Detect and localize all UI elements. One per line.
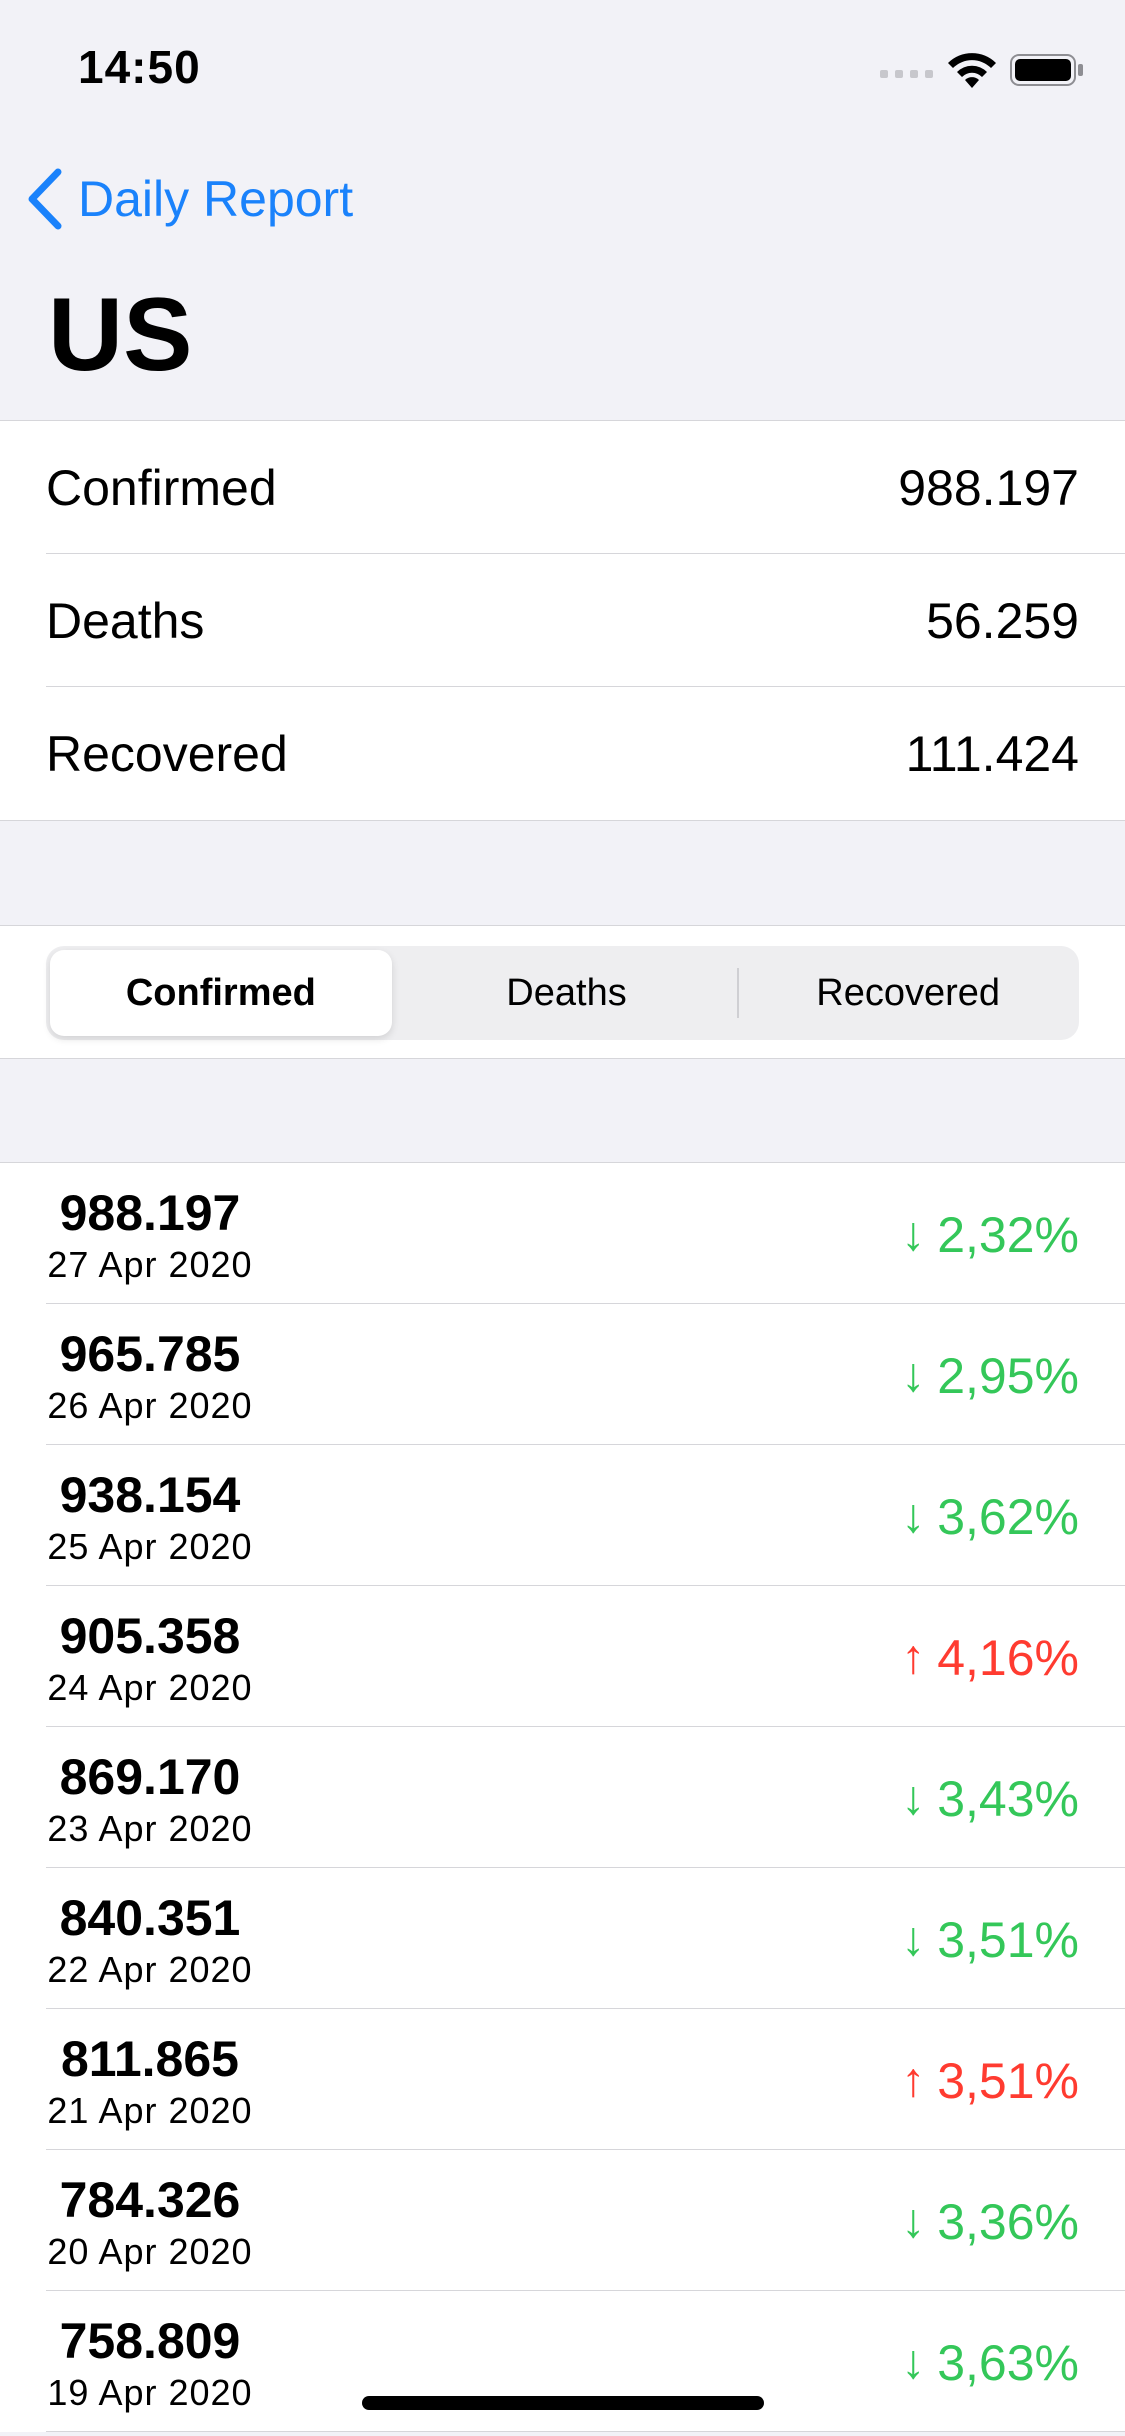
list-item[interactable]: 938.154 25 Apr 2020 ↓ 3,62% xyxy=(0,1445,1125,1586)
history-change: ↓ 3,63% xyxy=(901,2335,1079,2391)
history-value: 811.865 xyxy=(61,2031,239,2087)
summary-row-deaths: Deaths 56.259 xyxy=(0,554,1125,687)
summary-value: 988.197 xyxy=(898,459,1079,516)
history-value: 965.785 xyxy=(59,1326,241,1382)
status-time: 14:50 xyxy=(78,41,201,93)
history-change-value: 3,51% xyxy=(937,2053,1079,2109)
history-value: 758.809 xyxy=(59,2313,241,2369)
history-date: 26 Apr 2020 xyxy=(47,1385,253,1426)
history-value: 905.358 xyxy=(59,1608,241,1664)
summary-list: Confirmed 988.197 Deaths 56.259 Recovere… xyxy=(0,420,1125,821)
segment-recovered[interactable]: Recovered xyxy=(737,946,1079,1040)
cellular-signal-icon xyxy=(880,70,933,78)
history-change-value: 2,95% xyxy=(937,1348,1079,1404)
chevron-left-icon xyxy=(28,168,62,230)
history-value: 938.154 xyxy=(59,1467,241,1523)
summary-value: 56.259 xyxy=(926,592,1079,649)
arrow-up-icon: ↑ xyxy=(901,2054,926,2107)
history-value: 784.326 xyxy=(59,2172,241,2228)
history-change-value: 4,16% xyxy=(937,1630,1079,1686)
history-date: 21 Apr 2020 xyxy=(47,2090,253,2131)
history-date: 25 Apr 2020 xyxy=(47,1526,253,1567)
arrow-down-icon: ↓ xyxy=(901,1349,926,1402)
history-value: 840.351 xyxy=(59,1890,241,1946)
history-date: 23 Apr 2020 xyxy=(47,1808,253,1849)
history-change-value: 3,63% xyxy=(937,2335,1079,2391)
list-item[interactable]: 784.326 20 Apr 2020 ↓ 3,36% xyxy=(0,2150,1125,2291)
summary-row-confirmed: Confirmed 988.197 xyxy=(0,421,1125,554)
arrow-down-icon: ↓ xyxy=(901,1490,926,1543)
arrow-down-icon: ↓ xyxy=(901,1772,926,1825)
history-change: ↓ 3,43% xyxy=(901,1771,1079,1827)
list-item[interactable]: 965.785 26 Apr 2020 ↓ 2,95% xyxy=(0,1304,1125,1445)
history-change-value: 2,32% xyxy=(937,1207,1079,1263)
status-bar: 14:50 xyxy=(0,0,1125,132)
page-title: US xyxy=(48,277,193,393)
history-date: 19 Apr 2020 xyxy=(47,2372,253,2413)
history-change: ↓ 3,36% xyxy=(901,2194,1079,2250)
arrow-down-icon: ↓ xyxy=(901,1208,926,1261)
arrow-up-icon: ↑ xyxy=(901,1631,926,1684)
summary-row-recovered: Recovered 111.424 xyxy=(0,687,1125,820)
history-change-value: 3,62% xyxy=(937,1489,1079,1545)
summary-label: Recovered xyxy=(46,725,288,782)
history-date: 20 Apr 2020 xyxy=(47,2231,253,2272)
history-change: ↑ 3,51% xyxy=(901,2053,1079,2109)
summary-value: 111.424 xyxy=(905,725,1079,782)
list-item[interactable]: 840.351 22 Apr 2020 ↓ 3,51% xyxy=(0,1868,1125,2009)
arrow-down-icon: ↓ xyxy=(901,2195,926,2248)
segment-section: Confirmed Deaths Recovered xyxy=(0,925,1125,1059)
segment-confirmed[interactable]: Confirmed xyxy=(50,950,392,1036)
back-button[interactable]: Daily Report xyxy=(24,162,353,236)
history-date: 27 Apr 2020 xyxy=(47,1244,253,1285)
history-change: ↓ 3,51% xyxy=(901,1912,1079,1968)
history-value: 988.197 xyxy=(59,1185,241,1241)
summary-label: Deaths xyxy=(46,592,205,649)
history-change: ↑ 4,16% xyxy=(901,1630,1079,1686)
list-item[interactable]: 758.809 19 Apr 2020 ↓ 3,63% xyxy=(0,2291,1125,2432)
history-change: ↓ 2,32% xyxy=(901,1207,1079,1263)
segmented-control: Confirmed Deaths Recovered xyxy=(46,946,1079,1040)
history-change: ↓ 2,95% xyxy=(901,1348,1079,1404)
history-change: ↓ 3,62% xyxy=(901,1489,1079,1545)
list-item[interactable]: 905.358 24 Apr 2020 ↑ 4,16% xyxy=(0,1586,1125,1727)
list-item[interactable]: 869.170 23 Apr 2020 ↓ 3,43% xyxy=(0,1727,1125,1868)
history-change-value: 3,43% xyxy=(937,1771,1079,1827)
list-item[interactable]: 988.197 27 Apr 2020 ↓ 2,32% xyxy=(0,1163,1125,1304)
wifi-icon xyxy=(948,53,996,88)
history-change-value: 3,36% xyxy=(937,2194,1079,2250)
history-value: 869.170 xyxy=(59,1749,241,1805)
segment-deaths[interactable]: Deaths xyxy=(396,946,738,1040)
arrow-down-icon: ↓ xyxy=(901,2336,926,2389)
back-button-label: Daily Report xyxy=(78,171,354,227)
summary-label: Confirmed xyxy=(46,459,277,516)
arrow-down-icon: ↓ xyxy=(901,1913,926,1966)
history-change-value: 3,51% xyxy=(937,1912,1079,1968)
home-indicator[interactable] xyxy=(362,2396,764,2410)
history-list: 988.197 27 Apr 2020 ↓ 2,32% 965.785 26 Apr 20… xyxy=(0,1162,1125,2432)
history-date: 22 Apr 2020 xyxy=(47,1949,253,1990)
list-item[interactable]: 811.865 21 Apr 2020 ↑ 3,51% xyxy=(0,2009,1125,2150)
battery-icon xyxy=(1010,54,1083,86)
history-date: 24 Apr 2020 xyxy=(47,1667,253,1708)
